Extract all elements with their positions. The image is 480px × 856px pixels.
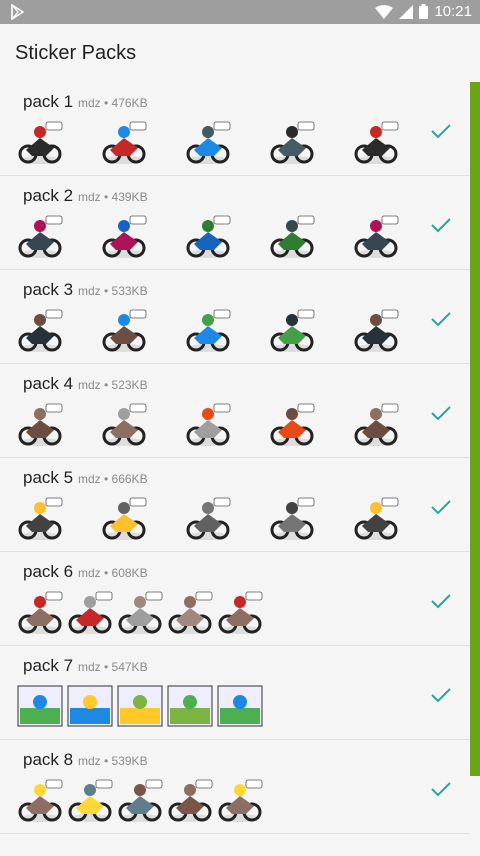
pack-name: pack 7	[23, 656, 74, 675]
pack-meta: mdz • 547KB	[78, 660, 148, 674]
sticker-thumbnail	[18, 497, 63, 540]
check-icon[interactable]	[430, 310, 452, 328]
pack-meta: mdz • 608KB	[78, 566, 148, 580]
sticker-thumbnail	[354, 121, 399, 164]
sticker-thumbnail	[18, 591, 63, 634]
sticker-thumbnail	[354, 309, 399, 352]
pack-name: pack 5	[23, 468, 74, 487]
battery-icon	[419, 4, 429, 19]
sticker-thumbnail	[354, 215, 399, 258]
pack-meta: mdz • 539KB	[78, 754, 148, 768]
sticker-thumbnail	[217, 685, 263, 727]
sticker-thumbnail	[270, 121, 315, 164]
sticker-thumbnail	[68, 779, 113, 822]
sticker-thumbnail	[118, 779, 163, 822]
sticker-thumbnail	[270, 309, 315, 352]
sticker-thumbnail	[67, 685, 113, 727]
sticker-thumbnail	[186, 403, 231, 446]
check-icon[interactable]	[430, 592, 452, 610]
sticker-thumbnail	[17, 685, 63, 727]
sticker-thumbnail	[270, 497, 315, 540]
sticker-thumbnail	[354, 403, 399, 446]
app-bar: Sticker Packs	[0, 24, 480, 84]
sticker-thumbnail	[354, 497, 399, 540]
pack-name: pack 6	[23, 562, 74, 581]
sticker-thumbnail	[218, 591, 263, 634]
play-store-icon	[11, 4, 24, 20]
pack-meta: mdz • 439KB	[78, 190, 148, 204]
page-title: Sticker Packs	[15, 42, 137, 64]
sticker-thumbnail	[186, 309, 231, 352]
sticker-thumbnail	[18, 403, 63, 446]
sticker-thumbnail	[168, 779, 213, 822]
wifi-icon	[375, 4, 394, 19]
pack-meta: mdz • 533KB	[78, 284, 148, 298]
sticker-thumbnail	[167, 685, 213, 727]
pack-name: pack 3	[23, 280, 74, 299]
sticker-thumbnail	[102, 497, 147, 540]
pack-meta: mdz • 476KB	[78, 96, 148, 110]
sticker-thumbnail	[68, 591, 113, 634]
check-icon[interactable]	[430, 404, 452, 422]
pack-name: pack 4	[23, 374, 74, 393]
sticker-thumbnail	[186, 497, 231, 540]
sticker-thumbnail	[270, 403, 315, 446]
pack-row[interactable]: pack 6 mdz • 608KB	[0, 552, 470, 646]
pack-name: pack 8	[23, 750, 74, 769]
check-icon[interactable]	[430, 686, 452, 704]
sticker-thumbnail	[18, 309, 63, 352]
pack-row[interactable]: pack 4 mdz • 523KB	[0, 364, 470, 458]
sticker-thumbnail	[18, 215, 63, 258]
check-icon[interactable]	[430, 780, 452, 798]
pack-row[interactable]: pack 8 mdz • 539KB	[0, 740, 470, 834]
sticker-thumbnail	[102, 121, 147, 164]
pack-row[interactable]: pack 2 mdz • 439KB	[0, 176, 470, 270]
pack-row[interactable]: pack 3 mdz • 533KB	[0, 270, 470, 364]
sticker-thumbnail	[218, 779, 263, 822]
sticker-thumbnail	[270, 215, 315, 258]
signal-icon	[399, 4, 414, 19]
pack-name: pack 1	[23, 92, 74, 111]
sticker-thumbnail	[186, 121, 231, 164]
sticker-thumbnail	[18, 779, 63, 822]
clock: 10:21	[434, 3, 472, 20]
pack-meta: mdz • 523KB	[78, 378, 148, 392]
sticker-thumbnail	[118, 591, 163, 634]
sticker-thumbnail	[18, 121, 63, 164]
sticker-thumbnail	[102, 309, 147, 352]
sticker-thumbnail	[186, 215, 231, 258]
status-bar: 10:21	[0, 0, 480, 24]
check-icon[interactable]	[430, 216, 452, 234]
pack-name: pack 2	[23, 186, 74, 205]
check-icon[interactable]	[430, 498, 452, 516]
pack-row[interactable]: pack 7 mdz • 547KB	[0, 646, 470, 740]
sticker-pack-list: pack 1 mdz • 476KB pack 2 mdz • 439KB pa…	[0, 82, 470, 834]
sticker-thumbnail	[168, 591, 213, 634]
sticker-thumbnail	[102, 403, 147, 446]
check-icon[interactable]	[430, 122, 452, 140]
scrollbar[interactable]	[470, 82, 480, 776]
pack-row[interactable]: pack 5 mdz • 666KB	[0, 458, 470, 552]
sticker-thumbnail	[117, 685, 163, 727]
pack-row[interactable]: pack 1 mdz • 476KB	[0, 82, 470, 176]
pack-meta: mdz • 666KB	[78, 472, 148, 486]
sticker-thumbnail	[102, 215, 147, 258]
